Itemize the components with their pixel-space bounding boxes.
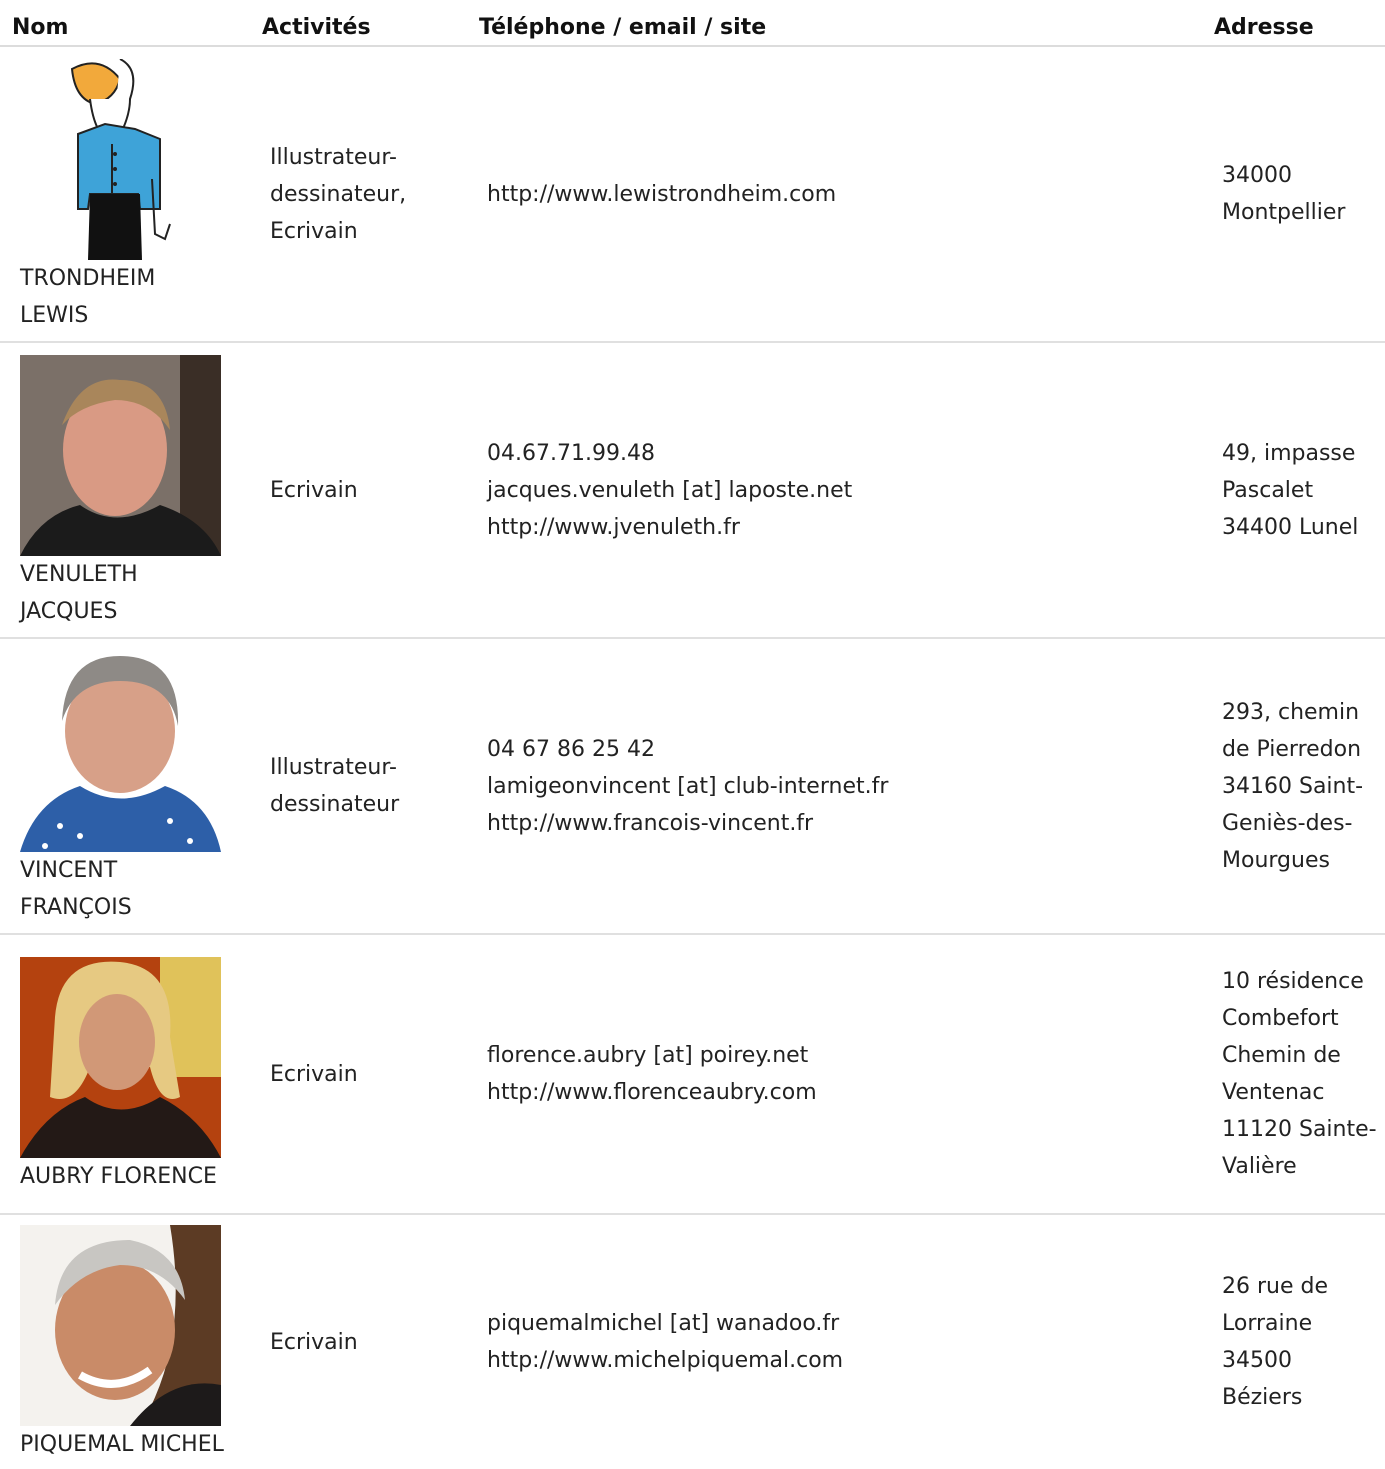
- activities-cell: Ecrivain: [250, 934, 467, 1215]
- person-name: PIQUEMAL MICHEL: [20, 1432, 224, 1457]
- name-cell: AUBRY FLORENCE: [0, 934, 250, 1215]
- activities-cell: Illustrateur- dessinateur, Ecrivain: [250, 46, 467, 343]
- contact-cell: http://www.lewistrondheim.com: [467, 46, 1202, 343]
- address-text: 293, chemin de Pierredon 34160 Saint-Gen…: [1222, 699, 1364, 873]
- activities-cell: Ecrivain: [250, 342, 467, 639]
- header-nom: Nom: [0, 0, 250, 47]
- address-cell: 49, impasse Pascalet 34400 Lunel: [1202, 342, 1385, 639]
- man-portrait-icon: [20, 1225, 221, 1426]
- person-name: VENULETH: [20, 561, 138, 587]
- website-link[interactable]: http://www.michelpiquemal.com: [487, 1342, 1194, 1379]
- address-cell: 26 rue de Lorraine 34500 Béziers: [1202, 1214, 1385, 1469]
- activity-text: Ecrivain: [270, 1061, 358, 1087]
- phone-text: 04 67 86 25 42: [487, 736, 655, 762]
- name-cell: VENULETH JACQUES: [0, 342, 250, 639]
- email-text: florence.aubry [at] poirey.net: [487, 1043, 809, 1068]
- activity-text: dessinateur: [270, 792, 400, 817]
- website-link[interactable]: http://www.lewistrondheim.com: [487, 176, 1194, 213]
- website-link[interactable]: http://www.florenceaubry.com: [487, 1074, 1194, 1111]
- name-cell: TRONDHEIM LEWIS: [0, 46, 250, 343]
- address-text: 10 résidence Combefort Chemin de Ventena…: [1222, 969, 1377, 1179]
- header-row: Nom Activités Téléphone / email / site A…: [0, 0, 1385, 47]
- contact-cell: florence.aubry [at] poirey.net http://ww…: [467, 934, 1202, 1215]
- address-text: 49, impasse Pascalet 34400 Lunel: [1222, 440, 1359, 540]
- table-row: AUBRY FLORENCE Ecrivain florence.aubry […: [0, 934, 1385, 1215]
- table-row: TRONDHEIM LEWIS Illustrateur- dessinateu…: [0, 46, 1385, 343]
- website-link[interactable]: http://www.jvenuleth.fr: [487, 509, 1194, 546]
- activity-text: Ecrivain: [270, 477, 358, 503]
- directory-table: Nom Activités Téléphone / email / site A…: [0, 0, 1385, 1469]
- address-text: 34000 Montpellier: [1222, 163, 1346, 225]
- table-row: VINCENT FRANÇOIS Illustrateur- dessinate…: [0, 638, 1385, 935]
- address-cell: 293, chemin de Pierredon 34160 Saint-Gen…: [1202, 638, 1385, 935]
- address-text: 26 rue de Lorraine 34500 Béziers: [1222, 1274, 1329, 1410]
- activities-cell: Illustrateur- dessinateur: [250, 638, 467, 935]
- email-text: lamigeonvincent [at] club-internet.fr: [487, 773, 889, 799]
- contact-cell: piquemalmichel [at] wanadoo.fr http://ww…: [467, 1214, 1202, 1469]
- activity-text: Illustrateur-: [270, 144, 397, 170]
- woman-portrait-icon: [20, 957, 221, 1158]
- activity-text: Ecrivain: [270, 1329, 358, 1355]
- person-name: JACQUES: [20, 598, 118, 624]
- person-name: TRONDHEIM: [20, 265, 156, 291]
- contact-cell: 04.67.71.99.48 jacques.venuleth [at] lap…: [467, 342, 1202, 639]
- contact-cell: 04 67 86 25 42 lamigeonvincent [at] club…: [467, 638, 1202, 935]
- header-adresse: Adresse: [1202, 0, 1385, 47]
- name-cell: PIQUEMAL MICHEL: [0, 1214, 250, 1469]
- website-link[interactable]: http://www.francois-vincent.fr: [487, 805, 1194, 842]
- table-row: VENULETH JACQUES Ecrivain 04.67.71.99.48…: [0, 342, 1385, 639]
- man-portrait-icon: [20, 650, 221, 852]
- person-name: LEWIS: [20, 302, 89, 328]
- person-name: FRANÇOIS: [20, 894, 132, 920]
- activity-text: Illustrateur-: [270, 755, 397, 780]
- person-name: AUBRY FLORENCE: [20, 1164, 217, 1189]
- address-cell: 34000 Montpellier: [1202, 46, 1385, 343]
- header-activites: Activités: [250, 0, 467, 47]
- activity-text: Ecrivain: [270, 218, 358, 244]
- header-contact: Téléphone / email / site: [467, 0, 1202, 47]
- cartoon-bird-portrait-icon: [60, 58, 220, 260]
- email-text: piquemalmichel [at] wanadoo.fr: [487, 1311, 840, 1336]
- table-row: PIQUEMAL MICHEL Ecrivain piquemalmichel …: [0, 1214, 1385, 1469]
- email-text: jacques.venuleth [at] laposte.net: [487, 477, 853, 503]
- man-portrait-icon: [20, 354, 221, 556]
- activity-text: dessinateur,: [270, 181, 407, 207]
- person-name: VINCENT: [20, 857, 118, 883]
- phone-text: 04.67.71.99.48: [487, 440, 655, 466]
- name-cell: VINCENT FRANÇOIS: [0, 638, 250, 935]
- activities-cell: Ecrivain: [250, 1214, 467, 1469]
- address-cell: 10 résidence Combefort Chemin de Ventena…: [1202, 934, 1385, 1215]
